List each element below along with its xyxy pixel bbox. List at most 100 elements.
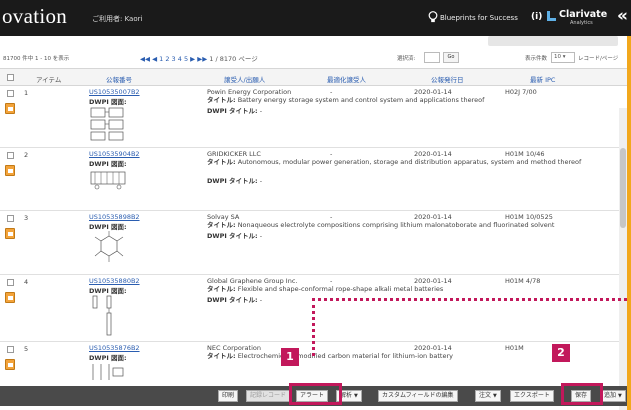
dwpi-title: DWPI タイトル: - [207, 294, 262, 304]
vertical-scrollbar[interactable] [619, 108, 627, 410]
blueprints-link[interactable]: Blueprints for Success [440, 14, 518, 22]
row-checkbox[interactable] [7, 279, 14, 286]
selected-count-field[interactable] [424, 52, 440, 63]
assignee: Powin Energy Corporation [207, 88, 292, 96]
table-row: 2 US10535904B2 DWPI 図面: GRIDKICKER LLC -… [0, 148, 627, 211]
pdf-icon[interactable] [5, 103, 15, 114]
dwpi-title: DWPI タイトル: - [207, 105, 262, 115]
col-opt-assignee[interactable]: 最適化譲受人 [327, 74, 366, 84]
title-label: タイトル: [207, 285, 236, 293]
patent-title: タイトル: Flexible and shape-conformal rope-… [207, 285, 619, 293]
chevron-down-icon: ▼ [354, 393, 358, 399]
user-label: ご利用者: Kaori [92, 15, 143, 23]
col-pubdate[interactable]: 公報発行日 [431, 74, 464, 84]
patent-drawing-thumbnail[interactable] [89, 168, 129, 190]
pdf-icon[interactable] [5, 359, 15, 370]
page-navigation[interactable]: ◀◀ ◀ 1 2 3 4 5 ▶ ▶▶ 1 / 8170 ページ [140, 53, 258, 63]
pdf-icon[interactable] [5, 292, 15, 303]
pdf-icon[interactable] [5, 228, 15, 239]
patent-link[interactable]: US10535898B2 [89, 213, 140, 221]
collapse-icon[interactable]: « [617, 6, 628, 26]
perpage-select[interactable]: 10 ▾ [551, 52, 575, 63]
print-button[interactable]: 印刷 [218, 390, 239, 402]
pub-date: 2020-01-14 [414, 88, 452, 96]
callout-highlight-alert [289, 383, 342, 405]
patent-link[interactable]: US10535007B2 [89, 88, 140, 96]
page-total: 1 / 8170 ページ [207, 55, 258, 63]
col-pubnum[interactable]: 公報番号 [106, 74, 132, 84]
callout-badge-1: 1 [281, 348, 299, 366]
patent-link[interactable]: US10535880B2 [89, 277, 140, 285]
page-prev-arrows[interactable]: ◀◀ ◀ [140, 55, 159, 63]
patent-link[interactable]: US10535904B2 [89, 150, 140, 158]
patent-title: タイトル: Nonaqueous electrolyte composition… [207, 221, 619, 229]
assignee: GRIDKICKER LLC [207, 150, 261, 158]
perpage-label: 表示件数 [525, 56, 548, 62]
add-menu[interactable]: 追加 ▼ [600, 390, 626, 402]
title-text: Electrochemically modified carbon materi… [237, 352, 453, 360]
custom-field-button[interactable]: カスタムフィールドの編集 [378, 390, 458, 402]
title-label: タイトル: [207, 96, 236, 104]
info-icon[interactable]: (i) [531, 12, 542, 22]
assignee: Solvay SA [207, 213, 240, 221]
patent-drawing-thumbnail[interactable] [89, 362, 127, 382]
assignee: NEC Corporation [207, 344, 261, 352]
ipc-code: H01M 4/78 [505, 277, 541, 285]
dwpi-title-label: DWPI タイトル: [207, 177, 258, 185]
add-label: 追加 [604, 392, 617, 399]
select-all-checkbox[interactable] [7, 74, 14, 81]
callout-connector-vertical [312, 298, 315, 356]
optimized-assignee: - [330, 88, 333, 96]
row-checkbox[interactable] [7, 152, 14, 159]
patent-drawing-thumbnail[interactable] [89, 106, 127, 142]
pub-date: 2020-01-14 [414, 150, 452, 158]
patent-title: タイトル: Battery energy storage system and … [207, 96, 619, 104]
chevron-down-icon: ▼ [493, 393, 497, 399]
logo-name: Clarivate [559, 9, 608, 20]
go-button[interactable]: Go [443, 52, 459, 63]
dwpi-drawing-label: DWPI 図面: [89, 98, 127, 106]
scrollbar-thumb[interactable] [620, 148, 626, 228]
row-checkbox[interactable] [7, 215, 14, 222]
lightbulb-icon[interactable] [428, 11, 438, 23]
col-assignee[interactable]: 譲受人/出願人 [224, 74, 265, 84]
dwpi-title: DWPI タイトル: - [207, 175, 262, 185]
export-button[interactable]: エクスポート [510, 390, 554, 402]
dwpi-title-text: - [259, 177, 263, 185]
chevron-down-icon: ▼ [618, 393, 622, 399]
order-label: 注文 [479, 392, 492, 399]
app-title: ovation [2, 4, 68, 28]
patent-link[interactable]: US10535876B2 [89, 344, 140, 352]
page-next-arrows[interactable]: ▶ ▶▶ [188, 55, 207, 63]
table-row: 1 US10535007B2 DWPI 図面: Powin Energy Cor… [0, 86, 627, 148]
table-row: 3 US10535898B2 DWPI 図面: Solvay SA - 2020… [0, 211, 627, 275]
logo-subtitle: Analytics [570, 20, 593, 26]
pagination-bar: 81700 件中 1 - 10 を表示 ◀◀ ◀ 1 2 3 4 5 ▶ ▶▶ … [0, 50, 627, 66]
optimized-assignee: - [330, 213, 333, 221]
tag-record-button[interactable]: 記録レコード [246, 390, 291, 402]
chemical-structure-thumbnail[interactable] [89, 231, 129, 265]
dwpi-drawing-label: DWPI 図面: [89, 223, 127, 231]
page-numbers[interactable]: 1 2 3 4 5 [159, 55, 188, 63]
row-checkbox[interactable] [7, 346, 14, 353]
callout-connector-horizontal [312, 298, 627, 301]
pdf-icon[interactable] [5, 165, 15, 176]
row-number: 1 [24, 89, 29, 97]
title-text: Autonomous, modular power generation, st… [237, 158, 582, 166]
title-label: タイトル: [207, 158, 236, 166]
patent-drawing-thumbnail[interactable] [89, 295, 129, 339]
perpage-unit: レコード/ページ [578, 56, 619, 62]
pub-date: 2020-01-14 [414, 213, 452, 221]
dwpi-title-text: - [259, 107, 263, 115]
assignee: Global Graphene Group Inc. [207, 277, 298, 285]
pub-date: 2020-01-14 [414, 277, 452, 285]
ipc-code: H02J 7/00 [505, 88, 537, 96]
dwpi-title-label: DWPI タイトル: [207, 232, 258, 240]
callout-highlight-save [561, 383, 603, 405]
row-checkbox[interactable] [7, 90, 14, 97]
col-ipc[interactable]: 最新 IPC [530, 74, 555, 84]
ipc-code: H01M 10/46 [505, 150, 545, 158]
header-bar: ovation ご利用者: Kaori Blueprints for Succe… [0, 0, 631, 36]
order-menu[interactable]: 注文 ▼ [475, 390, 501, 402]
dwpi-title-text: - [259, 232, 263, 240]
